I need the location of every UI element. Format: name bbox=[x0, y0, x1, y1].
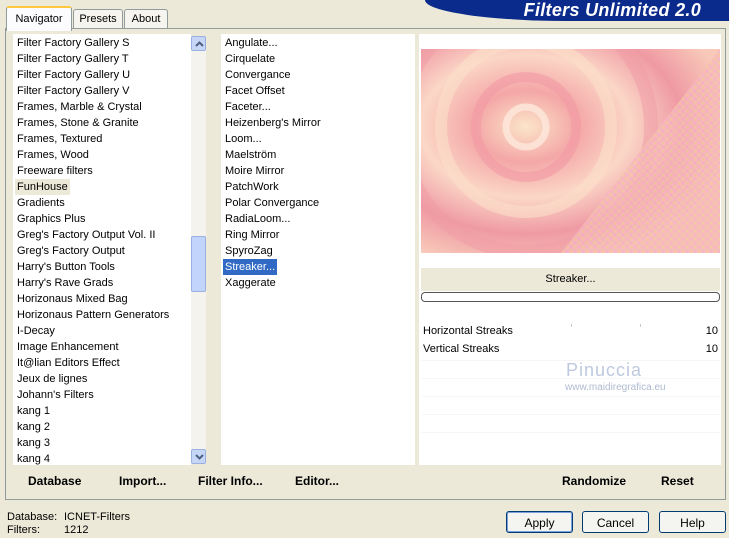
reset-button[interactable]: Reset bbox=[661, 474, 694, 488]
param-empty-row bbox=[421, 414, 720, 432]
list-item[interactable]: Maelström bbox=[225, 147, 276, 163]
slider-tick bbox=[640, 324, 641, 327]
status-filters-label: Filters: bbox=[7, 524, 40, 536]
list-item[interactable]: Convergance bbox=[225, 67, 290, 83]
param-empty-row bbox=[421, 396, 720, 414]
editor-button[interactable]: Editor... bbox=[295, 474, 339, 488]
tab-navigator[interactable]: Navigator bbox=[6, 6, 72, 31]
preview-filter-name: Streaker... bbox=[421, 268, 720, 291]
list-item[interactable]: Filter Factory Gallery U bbox=[17, 67, 130, 83]
tab-presets[interactable]: Presets bbox=[73, 9, 123, 29]
list-item[interactable]: Filter Factory Gallery S bbox=[17, 35, 129, 51]
watermark-url: www.maidiregrafica.eu bbox=[565, 382, 666, 393]
database-button[interactable]: Database bbox=[28, 474, 81, 488]
list-item[interactable]: Streaker... bbox=[221, 258, 279, 276]
list-item[interactable]: Horizonaus Mixed Bag bbox=[17, 291, 128, 307]
list-item[interactable]: Gradients bbox=[17, 195, 65, 211]
filter-info-button[interactable]: Filter Info... bbox=[198, 474, 263, 488]
progress-bar bbox=[421, 292, 720, 302]
list-item[interactable]: FunHouse bbox=[15, 179, 70, 195]
list-item[interactable]: kang 1 bbox=[17, 403, 50, 419]
list-item[interactable]: kang 2 bbox=[17, 419, 50, 435]
list-item[interactable]: Ring Mirror bbox=[225, 227, 279, 243]
list-item[interactable]: Frames, Wood bbox=[17, 147, 89, 163]
list-item[interactable]: Cirquelate bbox=[225, 51, 275, 67]
status-filters-value: 1212 bbox=[64, 524, 89, 536]
list-item[interactable]: Horizonaus Pattern Generators bbox=[17, 307, 169, 323]
import-button[interactable]: Import... bbox=[119, 474, 166, 488]
list-item[interactable]: Frames, Marble & Crystal bbox=[17, 99, 142, 115]
category-scrollbar[interactable] bbox=[191, 36, 206, 464]
list-item[interactable]: Facet Offset bbox=[225, 83, 285, 99]
param-value: 10 bbox=[705, 325, 718, 337]
list-item[interactable]: Faceter... bbox=[225, 99, 271, 115]
list-item[interactable]: Greg's Factory Output Vol. II bbox=[17, 227, 155, 243]
cancel-button[interactable]: Cancel bbox=[582, 511, 649, 533]
list-item[interactable]: Greg's Factory Output bbox=[17, 243, 125, 259]
scroll-down-button[interactable] bbox=[191, 449, 206, 464]
list-item[interactable]: I-Decay bbox=[17, 323, 55, 339]
list-item[interactable]: Polar Convergance bbox=[225, 195, 319, 211]
list-item[interactable]: kang 4 bbox=[17, 451, 50, 465]
slider-tick bbox=[571, 324, 572, 327]
list-item[interactable]: RadiaLoom... bbox=[225, 211, 290, 227]
param-horizontal-streaks[interactable]: Horizontal Streaks 10 bbox=[421, 322, 720, 340]
list-item[interactable]: kang 3 bbox=[17, 435, 50, 451]
param-empty-row bbox=[421, 432, 720, 450]
status-filters: Filters: 1212 bbox=[7, 524, 88, 536]
list-item[interactable]: Heizenberg's Mirror bbox=[225, 115, 321, 131]
banner-title: Filters Unlimited 2.0 bbox=[523, 0, 701, 20]
list-item[interactable]: Harry's Button Tools bbox=[17, 259, 115, 275]
title-banner: Filters Unlimited 2.0 bbox=[425, 0, 729, 21]
scroll-thumb[interactable] bbox=[191, 236, 206, 292]
preview-image bbox=[421, 49, 720, 253]
list-item[interactable]: Image Enhancement bbox=[17, 339, 119, 355]
list-item[interactable]: Harry's Rave Grads bbox=[17, 275, 113, 291]
filter-list[interactable]: Angulate... Cirquelate Convergance Facet Of… bbox=[221, 34, 415, 465]
list-item[interactable]: PatchWork bbox=[225, 179, 279, 195]
param-value: 10 bbox=[705, 343, 718, 355]
list-item[interactable]: Frames, Stone & Granite bbox=[17, 115, 139, 131]
list-item[interactable]: Frames, Textured bbox=[17, 131, 102, 147]
list-item[interactable]: Johann's Filters bbox=[17, 387, 94, 403]
list-item[interactable]: Filter Factory Gallery V bbox=[17, 83, 129, 99]
help-button[interactable]: Help bbox=[659, 511, 726, 533]
chevron-down-icon bbox=[195, 454, 204, 460]
list-item[interactable]: It@lian Editors Effect bbox=[17, 355, 120, 371]
list-item[interactable]: Jeux de lignes bbox=[17, 371, 87, 387]
list-item[interactable]: Filter Factory Gallery T bbox=[17, 51, 129, 67]
list-item[interactable]: Xaggerate bbox=[225, 275, 276, 291]
list-item[interactable]: Graphics Plus bbox=[17, 211, 85, 227]
chevron-up-icon bbox=[195, 41, 204, 47]
param-label: Horizontal Streaks bbox=[423, 325, 513, 337]
list-item[interactable]: Freeware filters bbox=[17, 163, 93, 179]
list-item[interactable]: Angulate... bbox=[225, 35, 278, 51]
param-label: Vertical Streaks bbox=[423, 343, 500, 355]
list-item[interactable]: SpyroZag bbox=[225, 243, 273, 259]
category-list[interactable]: Filter Factory Gallery S Filter Factory G… bbox=[13, 34, 191, 465]
status-database: Database: ICNET-Filters bbox=[7, 511, 130, 523]
param-vertical-streaks[interactable]: Vertical Streaks 10 bbox=[421, 340, 720, 358]
watermark-name: Pinuccia bbox=[566, 360, 643, 380]
tab-about[interactable]: About bbox=[124, 9, 168, 29]
status-database-value: ICNET-Filters bbox=[64, 511, 130, 523]
list-item[interactable]: Loom... bbox=[225, 131, 262, 147]
scroll-up-button[interactable] bbox=[191, 36, 206, 51]
status-database-label: Database: bbox=[7, 511, 58, 523]
apply-button[interactable]: Apply bbox=[506, 511, 573, 533]
randomize-button[interactable]: Randomize bbox=[562, 474, 626, 488]
list-item[interactable]: Moire Mirror bbox=[225, 163, 284, 179]
